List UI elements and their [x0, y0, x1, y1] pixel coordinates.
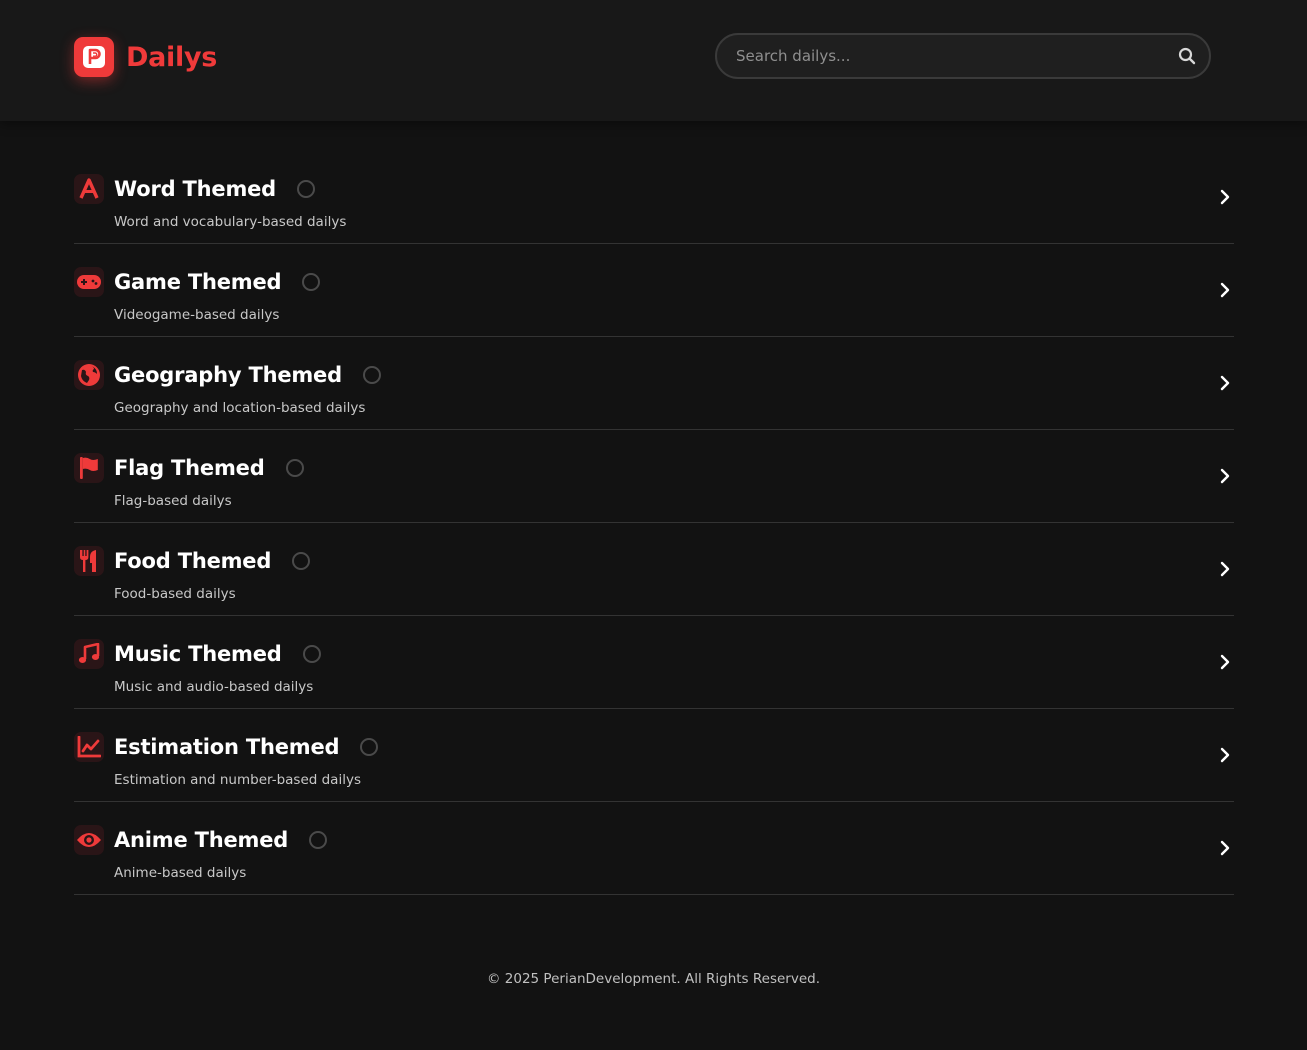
search-input[interactable] — [717, 34, 1165, 78]
category-item-geography[interactable]: Geography Themed Geography and location-… — [74, 337, 1234, 430]
globe-icon — [74, 360, 104, 390]
category-title: Anime Themed — [114, 828, 289, 852]
footer-copyright: © 2025 PerianDevelopment. All Rights Res… — [486, 971, 821, 987]
completion-status-indicator — [292, 552, 311, 570]
category-description: Estimation and number-based dailys — [114, 772, 361, 788]
category-title: Word Themed — [114, 177, 277, 201]
completion-status-indicator — [302, 645, 321, 663]
search-button[interactable] — [1165, 35, 1209, 77]
category-description: Food-based dailys — [114, 586, 236, 602]
category-title: Estimation Themed — [114, 735, 340, 759]
letter-a-icon — [74, 174, 104, 204]
chevron-right-icon — [1218, 747, 1232, 763]
category-description: Videogame-based dailys — [114, 307, 280, 323]
music-note-icon — [74, 639, 104, 669]
category-list: Word Themed Word and vocabulary-based da… — [74, 151, 1234, 895]
completion-status-indicator — [297, 180, 316, 198]
category-item-music[interactable]: Music Themed Music and audio-based daily… — [74, 616, 1234, 709]
category-description: Music and audio-based dailys — [114, 679, 314, 695]
category-item-game[interactable]: Game Themed Videogame-based dailys — [74, 244, 1234, 337]
header: Dailys — [0, 0, 1307, 121]
gamepad-icon — [74, 267, 104, 297]
chevron-right-icon — [1218, 654, 1232, 670]
chevron-right-icon — [1218, 282, 1232, 298]
brand-name: Dailys — [126, 41, 218, 73]
completion-status-indicator — [360, 738, 379, 756]
chart-line-icon — [74, 732, 104, 762]
category-item-food[interactable]: Food Themed Food-based dailys — [74, 523, 1234, 616]
utensils-icon — [74, 546, 104, 576]
category-item-estimation[interactable]: Estimation Themed Estimation and number-… — [74, 709, 1234, 802]
category-title: Flag Themed — [114, 456, 265, 480]
eye-icon — [74, 825, 104, 855]
brand-logo-icon — [74, 37, 114, 77]
category-item-anime[interactable]: Anime Themed Anime-based dailys — [74, 802, 1234, 895]
search-bar — [715, 33, 1211, 79]
chevron-right-icon — [1218, 189, 1232, 205]
completion-status-indicator — [285, 459, 304, 477]
category-title: Food Themed — [114, 549, 272, 573]
chevron-right-icon — [1218, 561, 1232, 577]
category-description: Anime-based dailys — [114, 865, 247, 881]
category-title: Game Themed — [114, 270, 282, 294]
category-title: Geography Themed — [114, 363, 342, 387]
completion-status-indicator — [362, 366, 381, 384]
chevron-right-icon — [1218, 840, 1232, 856]
completion-status-indicator — [309, 831, 328, 849]
category-item-flag[interactable]: Flag Themed Flag-based dailys — [74, 430, 1234, 523]
search-icon — [1178, 47, 1196, 65]
chevron-right-icon — [1218, 468, 1232, 484]
brand[interactable]: Dailys — [74, 37, 217, 77]
category-item-word[interactable]: Word Themed Word and vocabulary-based da… — [74, 151, 1234, 244]
category-description: Word and vocabulary-based dailys — [114, 214, 347, 230]
category-title: Music Themed — [114, 642, 282, 666]
completion-status-indicator — [302, 273, 321, 291]
chevron-right-icon — [1218, 375, 1232, 391]
flag-icon — [74, 453, 104, 483]
category-description: Geography and location-based dailys — [114, 400, 366, 416]
category-description: Flag-based dailys — [114, 493, 232, 509]
